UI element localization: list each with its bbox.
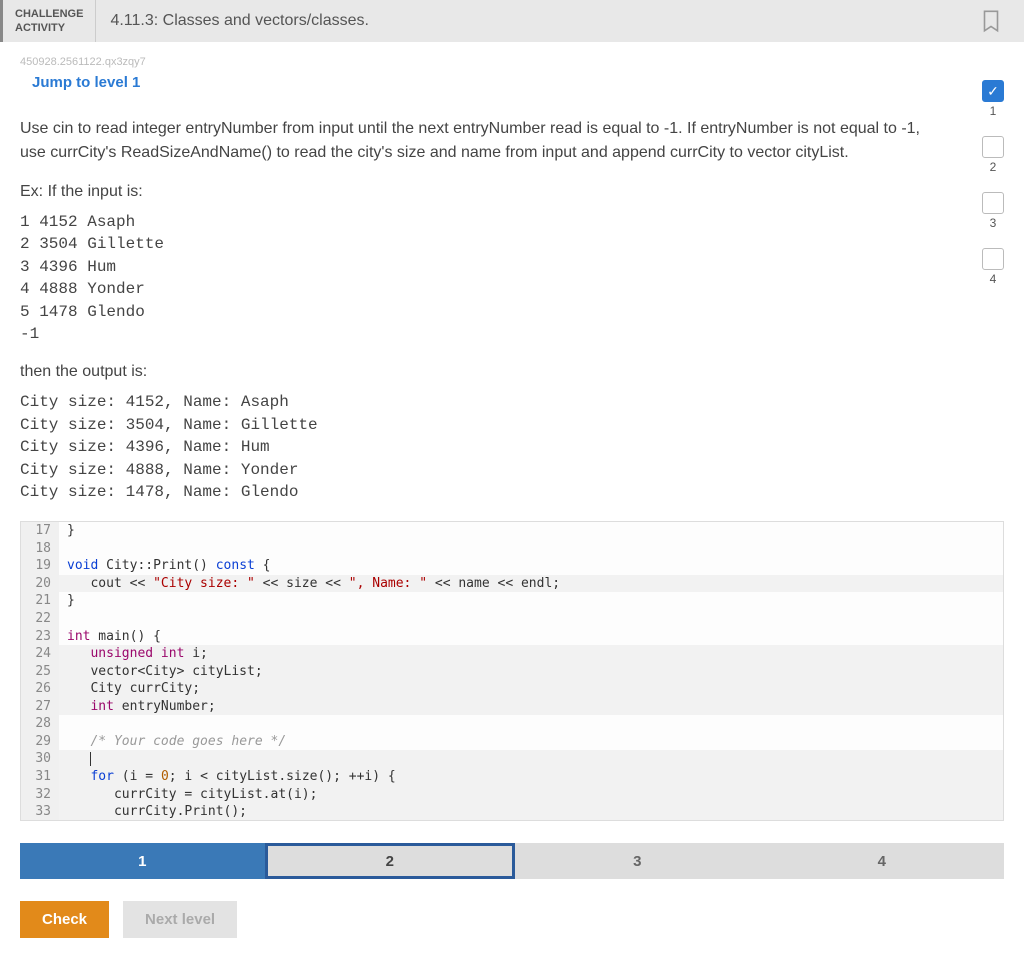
challenge-label: CHALLENGE ACTIVITY bbox=[3, 0, 96, 42]
progress-step-2[interactable]: 2 bbox=[982, 136, 1004, 174]
checkbox-icon bbox=[982, 248, 1004, 270]
step-3[interactable]: 3 bbox=[515, 843, 760, 879]
example-input: 1 4152 Asaph 2 3504 Gillette 3 4396 Hum … bbox=[20, 211, 1004, 345]
progress-step-1[interactable]: ✓ 1 bbox=[982, 80, 1004, 118]
challenge-header: CHALLENGE ACTIVITY 4.11.3: Classes and v… bbox=[0, 0, 1024, 42]
progress-num-2: 2 bbox=[990, 160, 997, 174]
example-input-label: Ex: If the input is: bbox=[20, 183, 1004, 201]
example-output: City size: 4152, Name: Asaph City size: … bbox=[20, 391, 1004, 503]
progress-num-4: 4 bbox=[990, 272, 997, 286]
progress-num-1: 1 bbox=[990, 104, 997, 118]
jump-link[interactable]: Jump to level 1 bbox=[32, 74, 1004, 91]
instructions: Use cin to read integer entryNumber from… bbox=[20, 117, 920, 165]
challenge-title: 4.11.3: Classes and vectors/classes. bbox=[96, 0, 383, 42]
challenge-label-line1: CHALLENGE bbox=[15, 7, 83, 21]
progress-num-3: 3 bbox=[990, 216, 997, 230]
check-icon: ✓ bbox=[982, 80, 1004, 102]
content: 450928.2561122.qx3zqy7 Jump to level 1 ✓… bbox=[0, 42, 1024, 962]
next-level-button: Next level bbox=[123, 901, 237, 938]
challenge-label-line2: ACTIVITY bbox=[15, 21, 83, 35]
cursor-icon bbox=[90, 752, 91, 766]
progress-step-4[interactable]: 4 bbox=[982, 248, 1004, 286]
step-2[interactable]: 2 bbox=[265, 843, 516, 879]
step-4[interactable]: 4 bbox=[760, 843, 1005, 879]
checkbox-icon bbox=[982, 136, 1004, 158]
progress-step-3[interactable]: 3 bbox=[982, 192, 1004, 230]
check-button[interactable]: Check bbox=[20, 901, 109, 938]
progress-column: ✓ 1 2 3 4 bbox=[982, 80, 1004, 286]
bookmark-icon[interactable] bbox=[978, 0, 1004, 42]
button-row: Check Next level bbox=[20, 901, 1004, 938]
code-editor[interactable]: 17} 18 19void City::Print() const { 20 c… bbox=[20, 521, 1004, 821]
step-bar: 1 2 3 4 bbox=[20, 843, 1004, 879]
checkbox-icon bbox=[982, 192, 1004, 214]
step-1[interactable]: 1 bbox=[20, 843, 265, 879]
example-output-label: then the output is: bbox=[20, 363, 1004, 381]
session-id: 450928.2561122.qx3zqy7 bbox=[20, 56, 1004, 68]
